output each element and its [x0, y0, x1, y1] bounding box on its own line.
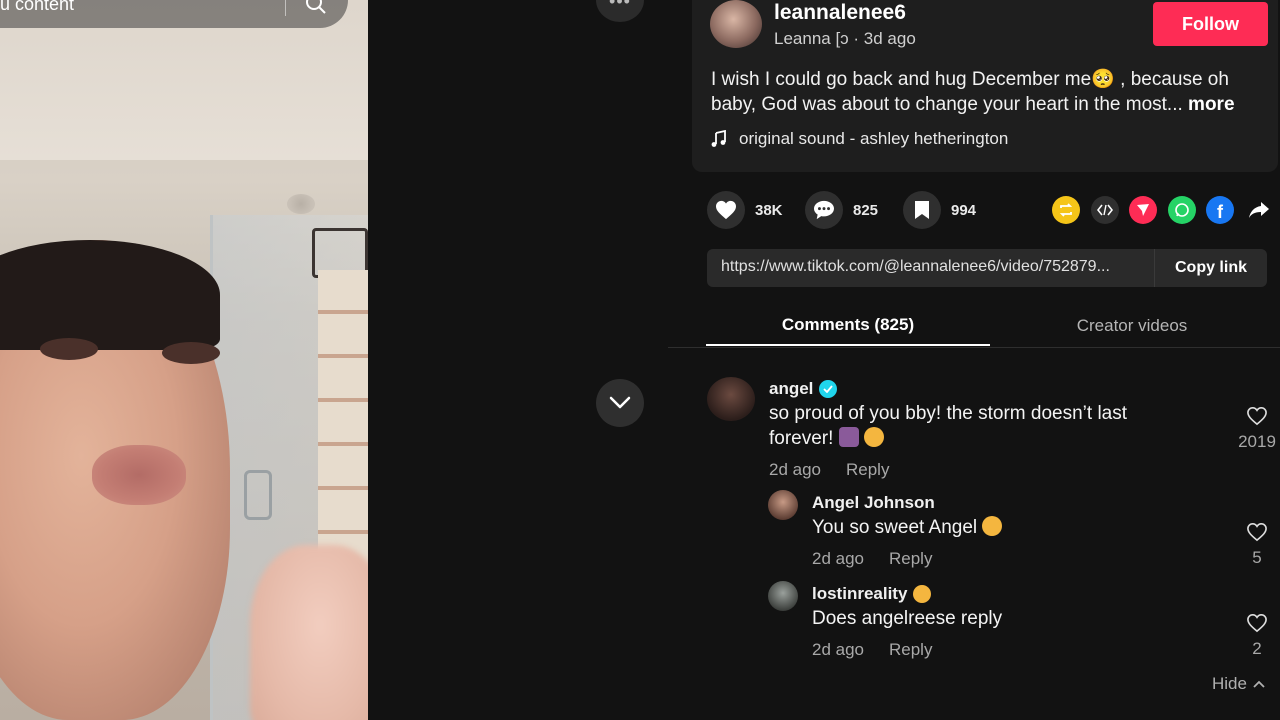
heart-outline-icon[interactable] [1246, 406, 1268, 426]
music-note-icon [711, 130, 726, 147]
comment-author[interactable]: Angel Johnson [812, 493, 935, 513]
comment-text-line: so proud of you bby! the storm doesn’t l… [769, 403, 1128, 424]
heart-icon [716, 200, 736, 220]
tab-divider [668, 347, 1280, 348]
whatsapp-icon[interactable] [1168, 196, 1196, 224]
caption-text: I wish I could go back and hug December … [711, 69, 1229, 115]
comment-text-line: Does angelreese reply [812, 608, 1003, 629]
comment-author-name[interactable]: angel [769, 379, 813, 399]
comment-like-count: 2 [1252, 639, 1262, 658]
hide-replies-button[interactable]: Hide [1212, 674, 1265, 694]
chevron-up-icon [1253, 680, 1265, 688]
towel [318, 270, 368, 570]
author-avatar[interactable] [710, 0, 762, 48]
comment-action[interactable]: 825 [805, 190, 878, 230]
comment-time: 2d ago [812, 549, 864, 568]
ceiling-light [287, 194, 315, 214]
comment-author[interactable]: angel [769, 379, 838, 399]
pleading-face-icon [863, 427, 884, 447]
save-button[interactable] [903, 191, 941, 229]
smiling-face-icon [982, 516, 1003, 536]
comment-like[interactable]: 5 [1237, 522, 1277, 568]
right-eye [162, 342, 220, 364]
shower-handle [244, 470, 272, 520]
comment-text-end: forever! [769, 428, 834, 449]
send-icon[interactable] [1129, 196, 1157, 224]
heart-outline-icon[interactable] [1246, 522, 1268, 542]
comment-text: so proud of you bby! the storm doesn’t l… [769, 401, 1127, 451]
comment-count: 825 [853, 201, 879, 219]
ellipsis-icon: ••• [609, 0, 631, 11]
tab-creator-videos[interactable]: Creator videos [990, 306, 1274, 346]
bookmark-icon [915, 201, 929, 219]
comment-like-count: 2019 [1238, 432, 1276, 451]
tab-comments[interactable]: Comments (825) [706, 306, 990, 346]
video-url[interactable]: https://www.tiktok.com/@leannalenee6/vid… [721, 258, 1110, 276]
avatar[interactable] [768, 490, 798, 520]
author-subtitle: Leanna [ɔ · 3d ago [774, 29, 916, 48]
sound-link[interactable]: original sound - ashley hetherington [711, 129, 1008, 149]
avatar[interactable] [768, 581, 798, 611]
copy-link-button[interactable]: Copy link [1154, 249, 1267, 287]
comment-icon [814, 200, 834, 220]
facebook-icon[interactable]: f [1206, 196, 1234, 224]
more-options-button[interactable]: ••• [596, 0, 644, 22]
comment-author-name[interactable]: Angel Johnson [812, 493, 935, 513]
search-text: u content [0, 0, 75, 14]
comment-text: Does angelreese reply [812, 606, 1002, 631]
comment-time: 2d ago [769, 460, 821, 479]
chevron-down-icon [609, 396, 631, 409]
verified-badge-icon [819, 380, 838, 398]
like-button[interactable] [707, 191, 745, 229]
like-action[interactable]: 38K [707, 190, 783, 230]
search-icon[interactable] [304, 0, 328, 14]
search-bar[interactable]: u content [0, 0, 348, 28]
comment-meta: 2d ago Reply [769, 460, 889, 480]
comment-like[interactable]: 2019 [1237, 406, 1277, 452]
video-caption: I wish I could go back and hug December … [711, 67, 1266, 117]
blurred-hand [250, 545, 368, 720]
lips [92, 445, 186, 505]
praying-hands-icon [838, 427, 859, 447]
sad-face-icon [913, 585, 932, 603]
reply-button[interactable]: Reply [889, 640, 932, 660]
comment-like[interactable]: 2 [1237, 613, 1277, 659]
heart-outline-icon[interactable] [1246, 613, 1268, 633]
reply-button[interactable]: Reply [846, 460, 889, 480]
left-eye [40, 338, 98, 360]
video-player[interactable]: u content [0, 0, 368, 720]
repost-icon[interactable] [1052, 196, 1080, 224]
comment-text: You so sweet Angel [812, 515, 1003, 540]
reply-button[interactable]: Reply [889, 549, 932, 569]
comment-author[interactable]: lostinreality [812, 584, 932, 604]
like-count: 38K [755, 201, 783, 219]
next-video-button[interactable] [596, 379, 644, 427]
comment-meta: 2d ago Reply [812, 640, 932, 660]
share-arrow-icon[interactable] [1245, 196, 1273, 224]
comment-text-line: forever! [769, 426, 1127, 451]
comment-button[interactable] [805, 191, 843, 229]
caption-more-link[interactable]: more [1188, 94, 1234, 115]
embed-icon[interactable] [1091, 196, 1119, 224]
comment-time: 2d ago [812, 640, 864, 659]
author-username[interactable]: leannalenee6 [774, 1, 906, 25]
comment-meta: 2d ago Reply [812, 549, 932, 569]
comment-text-line: You so sweet Angel [812, 517, 978, 538]
save-action[interactable]: 994 [903, 190, 976, 230]
search-divider [285, 0, 286, 16]
follow-button[interactable]: Follow [1153, 2, 1268, 46]
person-hair [0, 240, 220, 350]
comment-author-name[interactable]: lostinreality [812, 584, 907, 604]
comment-like-count: 5 [1252, 548, 1262, 567]
avatar[interactable] [707, 377, 755, 421]
save-count: 994 [951, 201, 977, 219]
sound-label: original sound - ashley hetherington [739, 129, 1009, 148]
hide-label: Hide [1212, 674, 1247, 693]
